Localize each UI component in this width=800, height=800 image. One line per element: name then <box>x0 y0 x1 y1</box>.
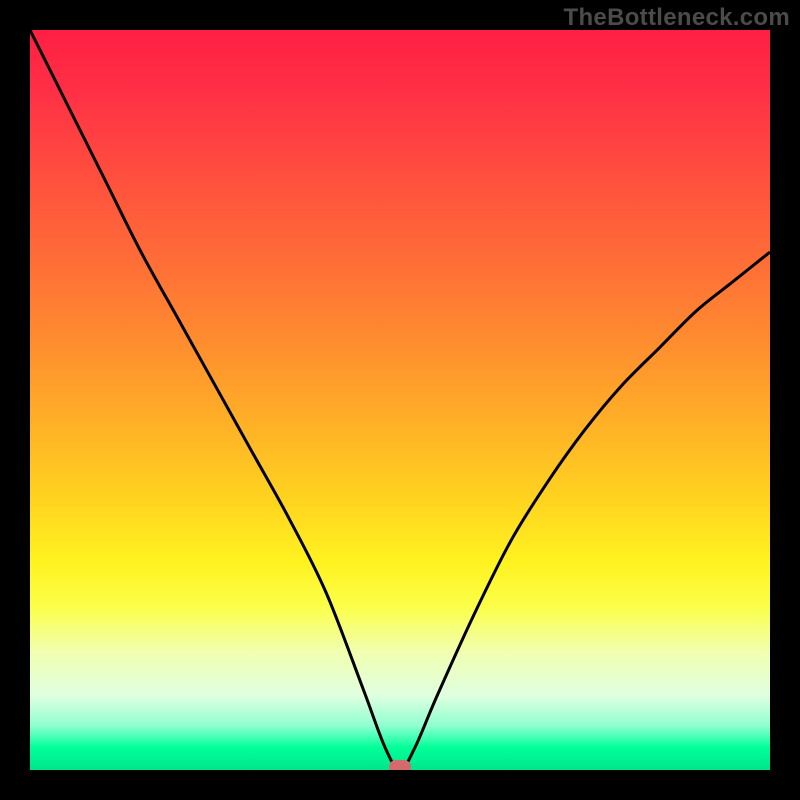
chart-frame: TheBottleneck.com <box>0 0 800 800</box>
curve-line <box>30 30 770 770</box>
plot-area <box>30 30 770 770</box>
bottleneck-curve <box>30 30 770 770</box>
optimum-marker <box>389 760 411 770</box>
watermark-text: TheBottleneck.com <box>564 4 790 32</box>
